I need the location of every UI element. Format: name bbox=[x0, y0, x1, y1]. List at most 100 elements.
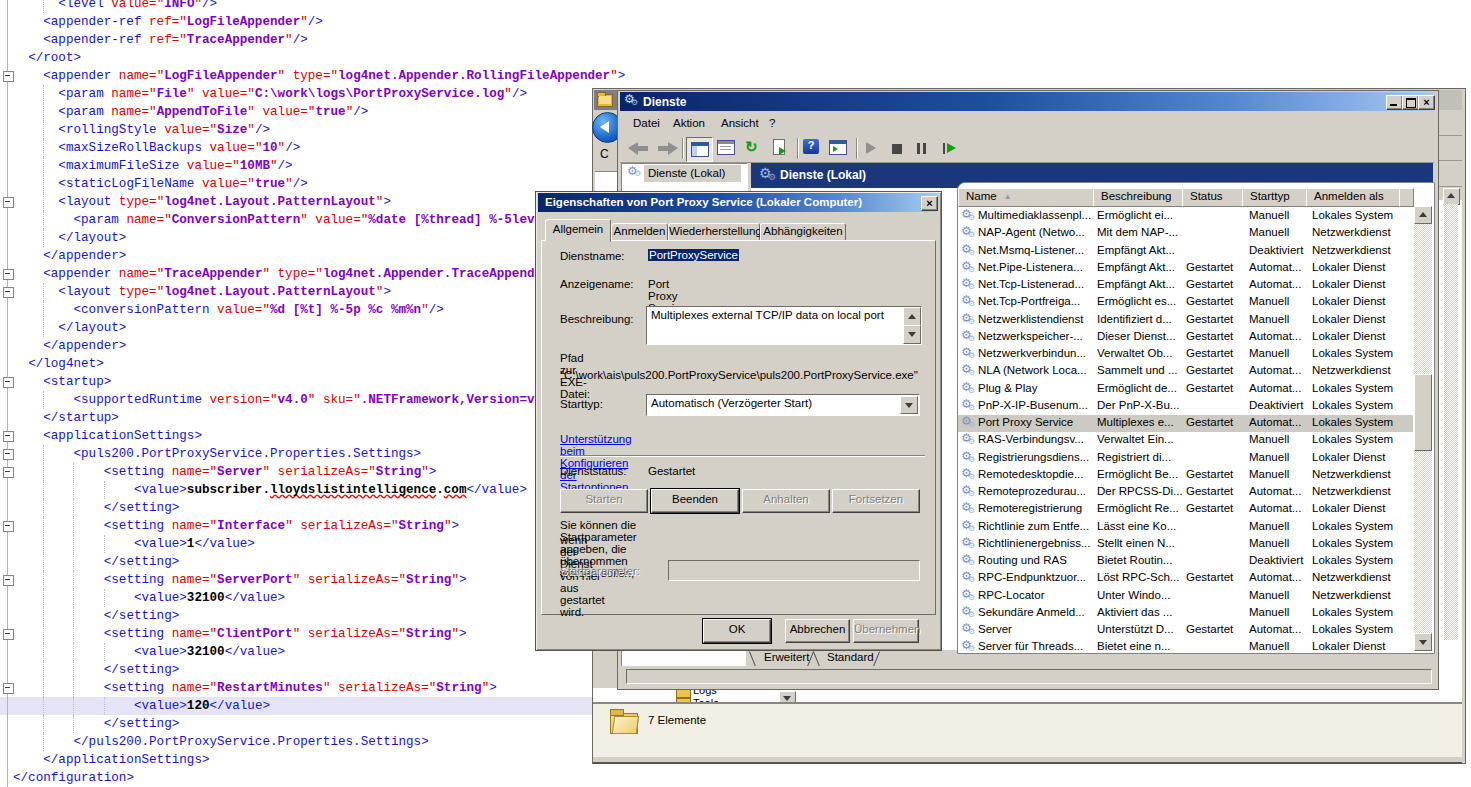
stop-service-icon[interactable] bbox=[892, 144, 902, 154]
xml-line[interactable]: </root> bbox=[13, 49, 81, 67]
menu-item-help[interactable]: ? bbox=[769, 117, 775, 129]
service-row[interactable]: ⚙⚙Server für Threads...Bietet eine n...M… bbox=[958, 639, 1413, 651]
xml-line[interactable]: <setting name="Server" serializeAs="Stri… bbox=[13, 463, 436, 481]
service-row[interactable]: ⚙⚙Net.Pipe-Listenera...Empfängt Akt...Ge… bbox=[958, 260, 1413, 277]
beschreibung-box[interactable]: Multiplexes external TCP/IP data on loca… bbox=[646, 306, 922, 345]
xml-line[interactable]: <param name="File" value="C:\work\logs\P… bbox=[13, 85, 527, 103]
service-row[interactable]: ⚙⚙Sekundäre Anmeld...Aktiviert das ...Ma… bbox=[958, 605, 1413, 622]
beschreibung-scroll-down[interactable] bbox=[903, 325, 921, 344]
dienstname-value[interactable]: PortProxyService bbox=[648, 249, 739, 261]
fold-toggle[interactable] bbox=[3, 197, 14, 208]
xml-line[interactable]: <setting name="ServerPort" serializeAs="… bbox=[13, 571, 467, 589]
fold-toggle[interactable] bbox=[3, 575, 14, 586]
maximize-button[interactable] bbox=[1402, 95, 1419, 110]
xml-line[interactable]: <setting name="ClientPort" serializeAs="… bbox=[13, 625, 467, 643]
back-nav-icon[interactable] bbox=[628, 142, 650, 155]
console-tree-toggle[interactable] bbox=[686, 137, 713, 162]
xml-line[interactable]: </appender> bbox=[13, 337, 126, 355]
refresh-icon[interactable]: ↻ bbox=[745, 138, 763, 156]
dialog-close-button[interactable]: × bbox=[921, 196, 938, 211]
fold-toggle[interactable] bbox=[3, 521, 14, 532]
service-row[interactable]: ⚙⚙Richtlinie zum Entfe...Lässt eine Ko..… bbox=[958, 519, 1413, 536]
restart-service-icon[interactable] bbox=[943, 143, 956, 154]
xml-line[interactable]: </startup> bbox=[13, 409, 119, 427]
minimize-button[interactable] bbox=[1386, 95, 1403, 110]
menu-item-ansicht[interactable]: Ansicht bbox=[721, 117, 759, 129]
xml-line[interactable]: <maxSizeRollBackups value="10"/> bbox=[13, 139, 300, 157]
ok-button[interactable]: OK bbox=[702, 618, 772, 644]
startparameter-input[interactable] bbox=[668, 560, 920, 581]
xml-line[interactable]: <applicationSettings> bbox=[13, 427, 202, 445]
service-row[interactable]: ⚙⚙Plug & PlayErmöglicht de...GestartetAu… bbox=[958, 381, 1413, 398]
services-titlebar[interactable] bbox=[620, 92, 1434, 111]
scroll-up-button[interactable] bbox=[1443, 188, 1460, 205]
fold-toggle[interactable] bbox=[3, 71, 14, 82]
xml-line[interactable]: </layout> bbox=[13, 229, 126, 247]
xml-line[interactable]: </setting> bbox=[13, 499, 179, 517]
xml-line[interactable]: <supportedRuntime version="v4.0" sku=".N… bbox=[13, 391, 580, 409]
xml-line[interactable]: <value>1</value> bbox=[13, 535, 255, 553]
service-row[interactable]: ⚙⚙Registrierungsdiens...Registriert di..… bbox=[958, 450, 1413, 467]
list-scroll-up[interactable] bbox=[1414, 206, 1432, 224]
service-row-selected[interactable]: ⚙⚙Port Proxy ServiceMultiplexes e...Gest… bbox=[958, 415, 1413, 432]
fold-toggle[interactable] bbox=[3, 683, 14, 694]
uebernehmen-button[interactable]: Übernehmen bbox=[853, 619, 919, 643]
xml-line[interactable]: </appender> bbox=[13, 247, 126, 265]
service-row[interactable]: ⚙⚙Net.Msmq-Listener...Empfängt Akt...Dea… bbox=[958, 243, 1413, 260]
xml-line[interactable]: </setting> bbox=[13, 715, 179, 733]
xml-line[interactable]: </setting> bbox=[13, 661, 179, 679]
forward-nav-icon[interactable] bbox=[656, 142, 678, 155]
list-scroll-thumb[interactable] bbox=[1414, 374, 1432, 451]
fold-toggle[interactable] bbox=[3, 629, 14, 640]
service-row[interactable]: ⚙⚙Net.Tcp-Listenerad...Empfängt Akt...Ge… bbox=[958, 277, 1413, 294]
xml-line[interactable]: <value>32100</value> bbox=[13, 643, 285, 661]
close-button[interactable]: × bbox=[1418, 95, 1435, 110]
fold-toggle[interactable] bbox=[3, 449, 14, 460]
tab-erweitert[interactable]: Erweitert bbox=[764, 651, 809, 663]
xml-line[interactable]: <appender name="LogFileAppender" type="l… bbox=[13, 67, 625, 85]
xml-line[interactable]: <value>120</value> bbox=[13, 697, 270, 715]
column-header-starttyp[interactable]: Starttyp bbox=[1242, 188, 1307, 207]
properties-icon[interactable] bbox=[717, 140, 735, 156]
service-row[interactable]: ⚙⚙PnP-X-IP-Busenum...Der PnP-X-Bu...Deak… bbox=[958, 398, 1413, 415]
xml-line[interactable]: </log4net> bbox=[13, 355, 104, 373]
tab-standard[interactable]: Standard bbox=[827, 651, 874, 663]
help-icon[interactable]: ? bbox=[803, 139, 819, 154]
xml-line[interactable]: </setting> bbox=[13, 607, 179, 625]
tree-node-selected[interactable]: Dienste (Lokal) bbox=[644, 165, 741, 182]
xml-line[interactable]: <appender name="TraceAppender" type="log… bbox=[13, 265, 565, 283]
service-row[interactable]: ⚙⚙Richtlinienergebniss...Stellt einen N.… bbox=[958, 536, 1413, 553]
xml-line[interactable]: <puls200.PortProxyService.Properties.Set… bbox=[13, 445, 421, 463]
start-service-icon[interactable] bbox=[866, 142, 878, 155]
menu-item-aktion[interactable]: Aktion bbox=[673, 117, 705, 129]
starten-button[interactable]: Starten bbox=[560, 489, 648, 513]
fold-toggle[interactable] bbox=[3, 431, 14, 442]
fold-toggle[interactable] bbox=[3, 377, 14, 388]
xml-line[interactable]: <conversionPattern value="%d [%t] %-5p %… bbox=[13, 301, 444, 319]
services-list[interactable]: ⚙⚙Multimediaklassenpl...Ermöglicht ei...… bbox=[958, 206, 1413, 651]
service-row[interactable]: ⚙⚙Routing und RASBietet Routin...Deaktiv… bbox=[958, 553, 1413, 570]
xml-line[interactable]: <staticLogFileName value="true"/> bbox=[13, 175, 308, 193]
xml-line[interactable]: <rollingStyle value="Size"/> bbox=[13, 121, 270, 139]
beschreibung-scroll-up[interactable] bbox=[903, 307, 921, 326]
xml-line[interactable]: </setting> bbox=[13, 553, 179, 571]
xml-line[interactable]: <setting name="Interface" serializeAs="S… bbox=[13, 517, 459, 535]
fold-toggle[interactable] bbox=[3, 287, 14, 298]
service-row[interactable]: ⚙⚙Remoteprozedurau...Der RPCSS-Di...Gest… bbox=[958, 484, 1413, 501]
xml-line[interactable]: </layout> bbox=[13, 319, 126, 337]
service-row[interactable]: ⚙⚙Netzwerkverbindun...Verwaltet Ob...Ges… bbox=[958, 346, 1413, 363]
column-header-name[interactable]: Name▲ bbox=[958, 188, 1094, 207]
service-row[interactable]: ⚙⚙NLA (Network Loca...Sammelt und ...Ges… bbox=[958, 363, 1413, 380]
explorer-scrollbar-track[interactable] bbox=[1444, 204, 1458, 640]
xml-line[interactable]: <maximumFileSize value="10MB"/> bbox=[13, 157, 293, 175]
service-row[interactable]: ⚙⚙Remotedesktopdie...Ermöglicht Be...Ges… bbox=[958, 467, 1413, 484]
combo-dropdown-button[interactable] bbox=[900, 396, 918, 414]
list-scroll-down[interactable] bbox=[1414, 633, 1432, 651]
starttyp-combobox[interactable]: Automatisch (Verzögerter Start) bbox=[646, 394, 920, 416]
xml-line[interactable]: <layout type="log4net.Layout.PatternLayo… bbox=[13, 193, 391, 211]
xml-line[interactable]: <value>32100</value> bbox=[13, 589, 285, 607]
fold-toggle[interactable] bbox=[3, 467, 14, 478]
service-row[interactable]: ⚙⚙RPC-Endpunktzuor...Löst RPC-Sch...Gest… bbox=[958, 570, 1413, 587]
service-row[interactable]: ⚙⚙ServerUnterstützt D...GestartetAutomat… bbox=[958, 622, 1413, 639]
extended-view-icon[interactable] bbox=[829, 140, 847, 156]
